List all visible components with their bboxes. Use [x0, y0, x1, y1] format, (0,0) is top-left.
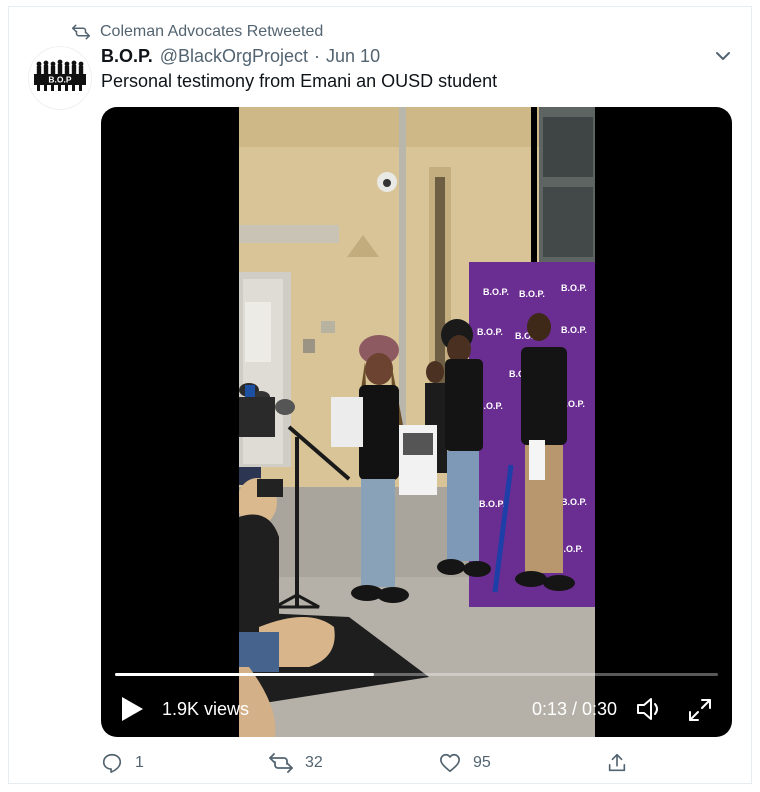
separator-dot: ·: [314, 45, 321, 66]
share-button[interactable]: [606, 752, 640, 774]
view-count: 1.9K views: [162, 699, 250, 719]
share-icon: [608, 753, 626, 772]
backdrop-logo: B.O.P.: [561, 497, 587, 507]
reply-button[interactable]: 1: [101, 752, 144, 774]
volume-button[interactable]: [636, 695, 666, 723]
tweet-header: B.O.P. @BlackOrgProject · Jun 10: [101, 44, 380, 68]
video-time: 0:13 / 0:30: [532, 699, 618, 719]
like-button[interactable]: 95: [439, 752, 491, 774]
avatar[interactable]: B.O.P: [28, 46, 92, 110]
avatar-logo-text: B.O.P: [48, 75, 71, 85]
reply-icon: [102, 753, 122, 773]
tweet-date[interactable]: Jun 10: [326, 46, 380, 67]
backdrop-logo: B.O.P.: [483, 287, 509, 297]
author-handle[interactable]: @BlackOrgProject: [160, 46, 308, 67]
like-count: 95: [473, 754, 491, 771]
play-button[interactable]: [119, 695, 145, 723]
video-progress-fill: [115, 673, 375, 676]
reply-count: 1: [135, 754, 144, 771]
backdrop-logo: B.O.P.: [519, 289, 545, 299]
author-name[interactable]: B.O.P.: [101, 46, 153, 67]
backdrop-logo: B.O.P.: [561, 325, 587, 335]
retweet-button[interactable]: 32: [269, 752, 323, 774]
video-player[interactable]: B.O.P. B.O.P. B.O.P. B.O.P. B.O.P. B.O.P…: [101, 107, 732, 737]
play-icon: [122, 697, 143, 721]
tweet-actions: 1 32 95: [101, 752, 641, 776]
expand-icon: [689, 699, 711, 721]
video-frame: B.O.P. B.O.P. B.O.P. B.O.P. B.O.P. B.O.P…: [239, 107, 595, 737]
retweet-icon: [72, 24, 90, 40]
heart-icon: [440, 753, 460, 773]
backdrop-logo: B.O.P.: [477, 327, 503, 337]
video-progress-bar[interactable]: [115, 673, 718, 676]
backdrop-logo: B.O.P.: [561, 283, 587, 293]
retweet-context[interactable]: Coleman Advocates Retweeted: [72, 22, 323, 42]
retweet-context-label: Coleman Advocates Retweeted: [100, 23, 324, 40]
volume-muted-icon: [637, 698, 658, 720]
tweet-text: Personal testimony from Emani an OUSD st…: [101, 71, 498, 91]
retweet-count: 32: [305, 754, 323, 771]
fullscreen-button[interactable]: [687, 697, 713, 723]
retweet-icon: [269, 753, 293, 773]
chevron-down-icon: [716, 52, 730, 60]
more-options-button[interactable]: [714, 47, 732, 65]
backdrop-logo: B.O.P.: [479, 499, 505, 509]
